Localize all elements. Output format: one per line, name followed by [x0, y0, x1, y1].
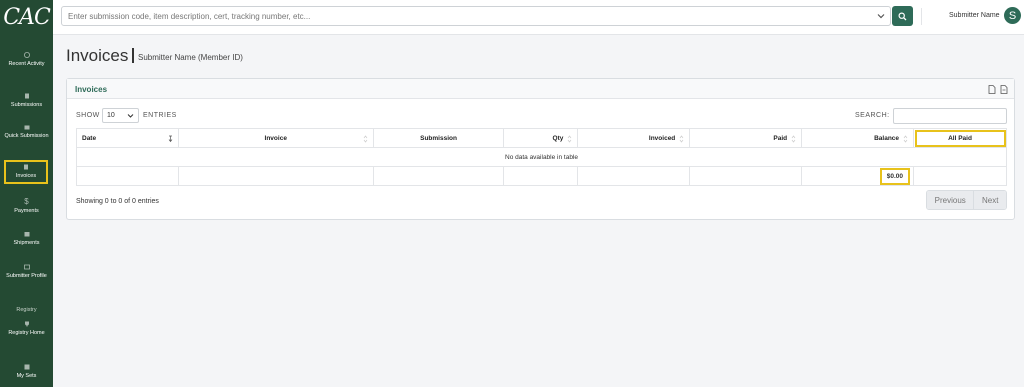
dollar-icon: $ — [24, 197, 29, 206]
logo: CAC — [3, 5, 51, 30]
footer-balance-cell: $0.00 — [801, 166, 915, 186]
column-label: Paid — [773, 134, 788, 142]
pagination: Previous Next — [926, 190, 1007, 210]
column-header-qty[interactable]: Qty — [503, 128, 579, 148]
column-header-invoiced[interactable]: Invoiced — [577, 128, 691, 148]
column-header-paid[interactable]: Paid — [689, 128, 803, 148]
entries-label: ENTRIES — [143, 112, 177, 119]
next-page-button[interactable]: Next — [974, 191, 1006, 209]
column-header-all-paid[interactable]: All Paid — [913, 128, 1007, 148]
sort-icon — [363, 135, 367, 143]
avatar[interactable]: S — [1004, 7, 1021, 24]
divider — [921, 8, 922, 25]
list-icon — [24, 364, 30, 370]
sort-desc-icon — [168, 135, 173, 143]
chevron-down-icon — [127, 114, 134, 118]
footer-cell — [76, 166, 179, 186]
user-name[interactable]: Submitter Name — [949, 12, 1000, 19]
sort-icon — [680, 135, 684, 143]
sidebar-item-label: Invoices — [15, 173, 37, 179]
folder-icon — [24, 124, 30, 130]
sidebar-item-submitter-profile[interactable]: Submitter Profile — [0, 264, 53, 280]
sort-icon — [568, 135, 572, 143]
column-label: Invoiced — [648, 134, 676, 142]
footer-cell — [913, 166, 1007, 186]
column-label: All Paid — [948, 134, 972, 142]
sidebar: CAC Recent Activity Submissions Quick Su… — [0, 0, 53, 387]
sidebar-item-label: Quick Submission — [4, 133, 49, 139]
sidebar-item-shipments[interactable]: Shipments — [0, 231, 53, 247]
show-label: SHOW — [76, 112, 100, 119]
card-header: Invoices — [67, 79, 1014, 99]
footer-cell — [503, 166, 579, 186]
footer-cell — [177, 166, 374, 186]
column-header-invoice[interactable]: Invoice — [177, 128, 374, 148]
sort-icon — [903, 135, 908, 143]
search-icon — [898, 12, 907, 20]
footer-balance-total: $0.00 — [879, 167, 911, 185]
export-pdf-icon[interactable] — [988, 85, 996, 94]
previous-page-button[interactable]: Previous — [927, 191, 975, 209]
sort-icon — [791, 135, 796, 143]
box-icon — [24, 231, 30, 237]
sidebar-item-label: Shipments — [13, 240, 40, 246]
global-search — [61, 6, 891, 26]
table-footer-row: $0.00 — [76, 166, 1007, 186]
page-title: Invoices — [66, 46, 129, 65]
sidebar-item-payments[interactable]: $ Payments — [0, 197, 53, 215]
sidebar-item-my-sets[interactable]: My Sets — [0, 364, 53, 380]
invoices-table: Date Invoice Submission Qty Invoiced Pai… — [76, 128, 1007, 186]
table-row: No data available in table — [76, 147, 1007, 167]
sidebar-item-label: Registry Home — [8, 330, 45, 336]
empty-message: No data available in table — [76, 147, 1007, 167]
top-bar: Submitter Name S — [53, 0, 1024, 35]
page-subtitle: Submitter Name (Member ID) — [138, 53, 243, 62]
entries-select[interactable]: 10 — [102, 108, 139, 123]
id-card-icon — [23, 264, 30, 270]
card-title: Invoices — [75, 85, 108, 94]
footer-cell — [577, 166, 691, 186]
column-label: Date — [82, 134, 97, 142]
invoices-card: Invoices SHOW 10 ENTRIES SEARCH: Date In… — [66, 78, 1015, 220]
table-search-label: SEARCH: — [855, 112, 890, 119]
column-header-balance[interactable]: Balance — [801, 128, 915, 148]
sidebar-item-submissions[interactable]: Submissions — [0, 93, 53, 109]
sidebar-section-label: Registry — [16, 307, 37, 313]
column-header-submission[interactable]: Submission — [372, 128, 505, 148]
column-header-date[interactable]: Date — [76, 128, 179, 148]
column-label: Balance — [874, 134, 900, 142]
global-search-input[interactable] — [62, 7, 872, 25]
column-label: Invoice — [264, 134, 287, 142]
sidebar-item-registry-home[interactable]: Registry Home — [0, 321, 53, 337]
export-csv-icon[interactable] — [1000, 85, 1008, 94]
sidebar-item-label: Payments — [14, 208, 39, 214]
table-search-input[interactable] — [893, 108, 1007, 124]
sidebar-item-quick-submission[interactable]: Quick Submission — [0, 124, 53, 140]
sidebar-item-label: Submitter Profile — [6, 273, 47, 279]
sidebar-item-invoices[interactable]: Invoices — [4, 160, 48, 184]
chevron-down-icon[interactable] — [876, 11, 886, 21]
sidebar-item-label: Submissions — [10, 102, 43, 108]
entries-value: 10 — [107, 112, 115, 119]
table-info: Showing 0 to 0 of 0 entries — [76, 198, 159, 205]
table-header-row: Date Invoice Submission Qty Invoiced Pai… — [76, 128, 1007, 148]
clock-icon — [23, 52, 30, 58]
sidebar-item-label: My Sets — [16, 373, 37, 379]
footer-cell — [372, 166, 505, 186]
sidebar-item-label: Recent Activity — [8, 61, 45, 67]
trophy-icon — [24, 321, 30, 327]
document-icon — [24, 93, 30, 99]
footer-cell — [689, 166, 803, 186]
column-label: Qty — [552, 134, 564, 142]
invoice-icon — [23, 164, 29, 170]
column-label: Submission — [420, 134, 457, 142]
sidebar-item-recent-activity[interactable]: Recent Activity — [0, 52, 53, 68]
search-button[interactable] — [892, 6, 913, 26]
title-separator — [132, 48, 134, 63]
